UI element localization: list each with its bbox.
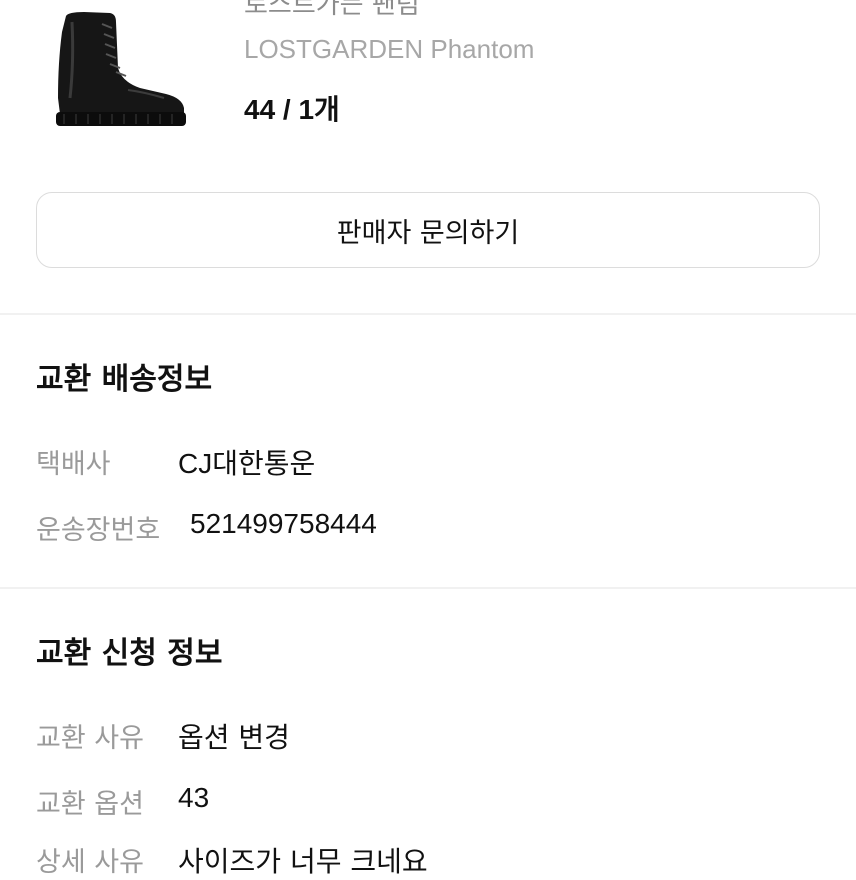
section-divider <box>0 587 856 589</box>
seller-inquiry-button[interactable]: 판매자 문의하기 <box>36 192 820 268</box>
courier-label: 택배사 <box>36 449 111 480</box>
tracking-number-value[interactable]: 521499758444 <box>190 508 377 540</box>
exchange-option-label: 교환 옵션 <box>36 789 144 820</box>
product-summary: 로스트가든 팬텀 LOSTGARDEN Phantom 44 / 1개 <box>0 0 856 150</box>
boot-product-image <box>56 12 186 126</box>
tracking-number-label: 운송장번호 <box>36 515 161 546</box>
detail-reason-value: 사이즈가 너무 크네요 <box>178 845 428 878</box>
exchange-reason-value: 옵션 변경 <box>178 721 290 754</box>
detail-reason-label: 상세 사유 <box>36 847 144 878</box>
exchange-option-value: 43 <box>178 782 210 813</box>
product-brand: LOSTGARDEN Phantom <box>244 34 535 64</box>
courier-value: CJ대한통운 <box>178 448 316 479</box>
exchange-reason-label: 교환 사유 <box>36 723 144 754</box>
shipping-section-title: 교환 배송정보 <box>36 362 213 397</box>
request-section-title: 교환 신청 정보 <box>36 636 223 671</box>
product-title: 로스트가든 팬텀 <box>244 0 420 20</box>
product-option: 44 / 1개 <box>244 94 340 125</box>
section-divider <box>0 313 856 315</box>
